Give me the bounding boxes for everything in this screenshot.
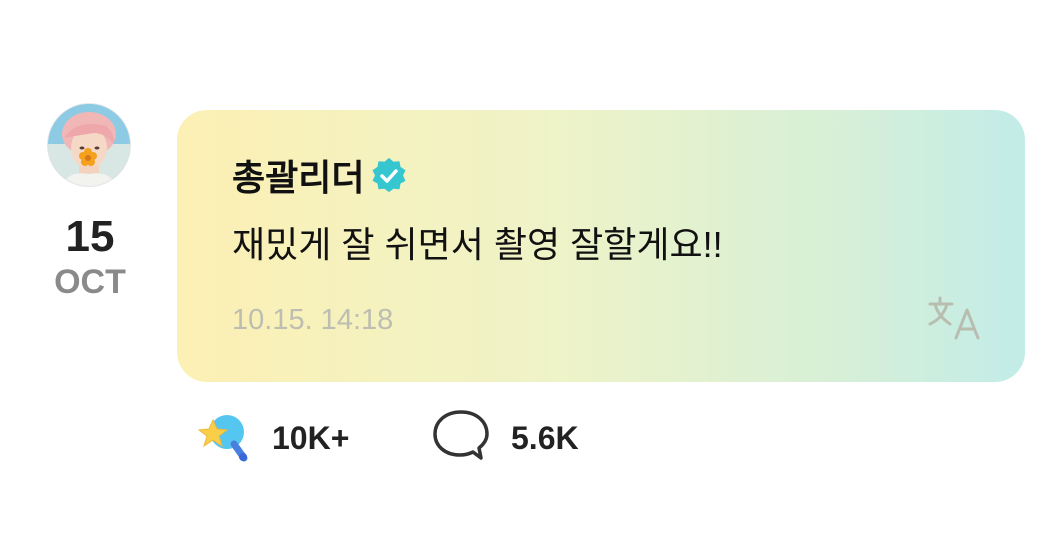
translate-icon[interactable] [926,294,984,342]
profile-avatar[interactable] [48,104,130,186]
avatar-image [48,104,130,186]
post-card: 15 OCT 총괄리더 재밌게 잘 쉬면서 촬영 잘할게요!! 10.15. 1… [0,0,1059,551]
sparkle-like-icon[interactable] [196,408,252,469]
comment-count: 5.6K [511,419,579,456]
like-reaction[interactable]: 10K+ [196,410,349,466]
post-date-month: OCT [54,263,126,301]
message-text: 재밌게 잘 쉬면서 촬영 잘할게요!! [232,224,723,265]
message-timestamp: 10.15. 14:18 [232,304,394,336]
comment-reaction[interactable]: 5.6K [431,408,579,469]
verified-badge-icon [370,157,408,200]
comment-bubble-icon[interactable] [431,408,491,469]
post-date-day: 15 [65,212,115,261]
like-count: 10K+ [272,419,350,456]
author-row: 총괄리더 [232,155,408,201]
author-name[interactable]: 총괄리더 [232,155,364,201]
